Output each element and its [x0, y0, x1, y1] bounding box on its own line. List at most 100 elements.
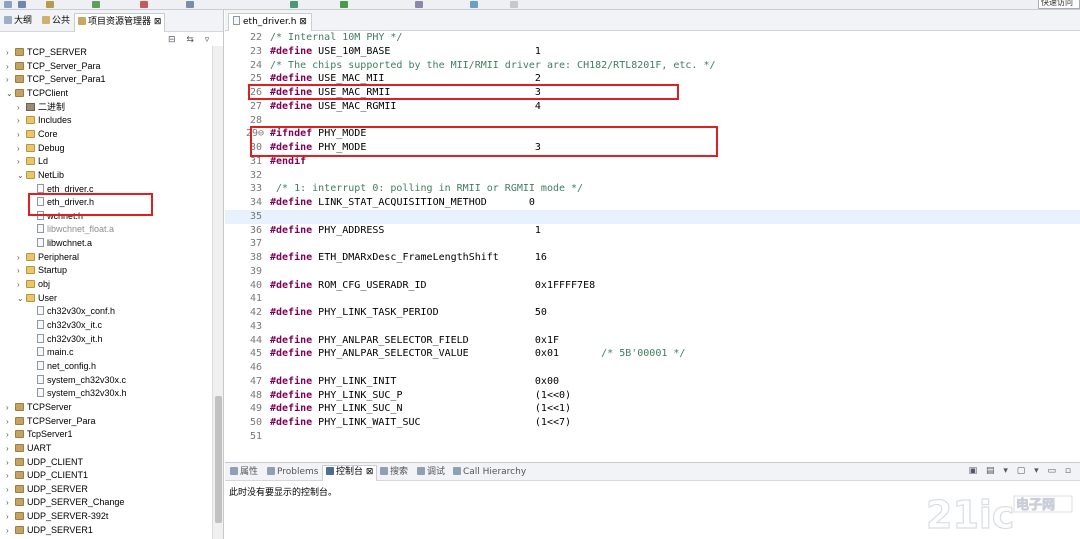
- code-line[interactable]: 49 #define PHY_LINK_SUC_N (1<<1): [225, 402, 1080, 416]
- collapsed-arrow-icon[interactable]: ›: [17, 278, 26, 291]
- tab-console[interactable]: 控制台 ⊠: [322, 465, 378, 481]
- navigate-back-icon[interactable]: [470, 1, 478, 8]
- tree-item[interactable]: › TCP_Server_Para1: [6, 73, 106, 86]
- collapsed-arrow-icon[interactable]: ›: [17, 142, 26, 155]
- expanded-arrow-icon[interactable]: ⌄: [6, 87, 15, 100]
- collapsed-arrow-icon[interactable]: ›: [6, 469, 15, 482]
- code-line[interactable]: 47 #define PHY_LINK_INIT 0x00: [225, 375, 1080, 389]
- collapsed-arrow-icon[interactable]: ›: [17, 264, 26, 277]
- tree-item[interactable]: ch32v30x_conf.h: [28, 305, 115, 318]
- code-line[interactable]: 36 #define PHY_ADDRESS 1: [225, 224, 1080, 238]
- console-toolbar[interactable]: ▣ ▤ ▾ ▢ ▾ ▭ ▫: [969, 466, 1074, 476]
- tab-search[interactable]: 搜索: [380, 466, 408, 480]
- code-line[interactable]: 32: [225, 169, 1080, 183]
- tab-common[interactable]: 公共: [42, 14, 70, 28]
- tree-item[interactable]: main.c: [28, 346, 74, 359]
- tree-item[interactable]: system_ch32v30x.h: [28, 387, 127, 400]
- collapsed-arrow-icon[interactable]: ›: [6, 456, 15, 469]
- code-line[interactable]: 24 /* The chips supported by the MII/RMII…: [225, 59, 1080, 73]
- collapsed-arrow-icon[interactable]: ›: [17, 128, 26, 141]
- collapsed-arrow-icon[interactable]: ›: [6, 60, 15, 73]
- code-line[interactable]: 44 #define PHY_ANLPAR_SELECTOR_FIELD 0x1F: [225, 334, 1080, 348]
- new-icon[interactable]: [4, 1, 12, 8]
- tab-properties[interactable]: 属性: [230, 466, 258, 480]
- build-icon[interactable]: [46, 1, 54, 8]
- expanded-arrow-icon[interactable]: ⌄: [17, 169, 26, 182]
- tree-item[interactable]: › UART: [6, 442, 51, 455]
- collapsed-arrow-icon[interactable]: ›: [17, 155, 26, 168]
- tree-item[interactable]: ⌄ TCPClient: [6, 87, 68, 100]
- collapsed-arrow-icon[interactable]: ›: [17, 114, 26, 127]
- tree-item[interactable]: › UDP_SERVER1: [6, 524, 93, 537]
- tree-item[interactable]: ⌄ User: [17, 292, 57, 305]
- code-line[interactable]: 45 #define PHY_ANLPAR_SELECTOR_VALUE 0x01…: [225, 347, 1080, 361]
- tab-call-hierarchy[interactable]: Call Hierarchy: [453, 466, 526, 480]
- collapsed-arrow-icon[interactable]: ›: [6, 46, 15, 59]
- collapsed-arrow-icon[interactable]: ›: [6, 483, 15, 496]
- code-line[interactable]: 34 #define LINK_STAT_ACQUISITION_METHOD 0: [225, 196, 1080, 210]
- tab-debug[interactable]: 调试: [417, 466, 445, 480]
- collapsed-arrow-icon[interactable]: ›: [6, 415, 15, 428]
- tree-item[interactable]: ch32v30x_it.c: [28, 319, 102, 332]
- tree-toolbar[interactable]: ⊟ ⇆ ▿: [168, 35, 213, 45]
- tab-project-explorer[interactable]: 项目资源管理器 ⊠: [74, 13, 166, 32]
- tree-item[interactable]: › Startup: [17, 264, 67, 277]
- stop-icon[interactable]: [340, 1, 348, 8]
- tree-item[interactable]: › Includes: [17, 114, 72, 127]
- tab-eth-driver-h[interactable]: eth_driver.h ⊠: [228, 13, 312, 31]
- code-line[interactable]: 42 #define PHY_LINK_TASK_PERIOD 50: [225, 306, 1080, 320]
- tree-item[interactable]: libwchnet.a: [28, 237, 92, 250]
- code-line[interactable]: 41: [225, 292, 1080, 306]
- search-icon[interactable]: [186, 1, 194, 8]
- download-icon[interactable]: [290, 1, 298, 8]
- code-line[interactable]: 35: [225, 209, 1080, 224]
- code-line[interactable]: 37: [225, 237, 1080, 251]
- collapsed-arrow-icon[interactable]: ›: [6, 73, 15, 86]
- tree-item[interactable]: system_ch32v30x.c: [28, 374, 126, 387]
- collapsed-arrow-icon[interactable]: ›: [6, 442, 15, 455]
- tree-item[interactable]: › Debug: [17, 142, 65, 155]
- tree-item[interactable]: › Ld: [17, 155, 48, 168]
- code-line[interactable]: 23 #define USE_10M_BASE 1: [225, 45, 1080, 59]
- collapsed-arrow-icon[interactable]: ›: [17, 251, 26, 264]
- tree-scrollbar[interactable]: [212, 46, 223, 539]
- code-line[interactable]: 46: [225, 361, 1080, 375]
- tree-item[interactable]: › TcpServer1: [6, 428, 73, 441]
- save-icon[interactable]: [18, 1, 26, 8]
- tab-problems[interactable]: Problems: [267, 466, 318, 480]
- debug-icon[interactable]: [92, 1, 100, 8]
- quick-access-input[interactable]: 快速访问: [1038, 0, 1080, 9]
- tree-scrollbar-thumb[interactable]: [215, 396, 222, 523]
- tree-item[interactable]: › TCP_Server_Para: [6, 60, 101, 73]
- tree-item[interactable]: › UDP_CLIENT: [6, 456, 83, 469]
- tree-item[interactable]: › Peripheral: [17, 251, 79, 264]
- tree-item[interactable]: › TCP_SERVER: [6, 46, 87, 59]
- tree-item[interactable]: › obj: [17, 278, 50, 291]
- code-line[interactable]: 40 #define ROM_CFG_USERADR_ID 0x1FFFF7E8: [225, 279, 1080, 293]
- tree-item[interactable]: › Core: [17, 128, 58, 141]
- tree-item[interactable]: › UDP_SERVER-392t: [6, 510, 108, 523]
- code-line[interactable]: 51: [225, 430, 1080, 444]
- code-line[interactable]: 48 #define PHY_LINK_SUC_P (1<<0): [225, 389, 1080, 403]
- collapsed-arrow-icon[interactable]: ›: [6, 496, 15, 509]
- navigate-forward-icon[interactable]: [510, 1, 518, 8]
- expanded-arrow-icon[interactable]: ⌄: [17, 292, 26, 305]
- code-line[interactable]: 22 /* Internal 10M PHY */: [225, 31, 1080, 45]
- collapsed-arrow-icon[interactable]: ›: [6, 428, 15, 441]
- tree-item[interactable]: › TCPServer: [6, 401, 72, 414]
- tree-item[interactable]: ⌄ NetLib: [17, 169, 64, 182]
- collapsed-arrow-icon[interactable]: ›: [17, 101, 26, 114]
- code-line[interactable]: 38 #define ETH_DMARxDesc_FrameLengthShift…: [225, 251, 1080, 265]
- tree-item[interactable]: net_config.h: [28, 360, 96, 373]
- tree-item[interactable]: › UDP_SERVER_Change: [6, 496, 124, 509]
- tree-item[interactable]: libwchnet_float.a: [28, 223, 114, 236]
- tree-item[interactable]: ch32v30x_it.h: [28, 333, 103, 346]
- tree-item[interactable]: › UDP_CLIENT1: [6, 469, 88, 482]
- tree-item[interactable]: › 二进制: [17, 101, 65, 114]
- tree-item[interactable]: › TCPServer_Para: [6, 415, 96, 428]
- collapsed-arrow-icon[interactable]: ›: [6, 510, 15, 523]
- code-line[interactable]: 33 /* 1: interrupt 0: polling in RMII or…: [225, 182, 1080, 196]
- tab-outline[interactable]: 大纲: [4, 14, 32, 28]
- collapsed-arrow-icon[interactable]: ›: [6, 401, 15, 414]
- code-line[interactable]: 43: [225, 320, 1080, 334]
